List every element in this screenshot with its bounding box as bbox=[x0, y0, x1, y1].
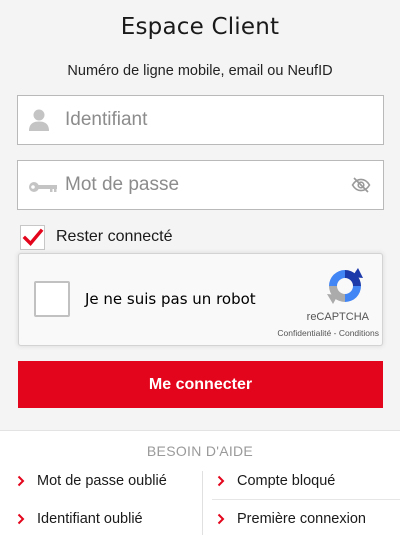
chevron-right-icon bbox=[217, 513, 225, 525]
login-button[interactable]: Me connecter bbox=[18, 361, 383, 408]
recaptcha-links: Confidentialité - Conditions bbox=[277, 328, 379, 338]
recaptcha-brand: reCAPTCHA bbox=[306, 311, 369, 323]
eye-slash-icon[interactable] bbox=[351, 177, 371, 198]
username-input[interactable] bbox=[65, 96, 355, 144]
recaptcha-widget: Je ne suis pas un robot reCAPTCHA Confid… bbox=[18, 253, 383, 346]
password-input[interactable] bbox=[65, 161, 355, 209]
remember-label: Rester connecté bbox=[56, 228, 173, 245]
recaptcha-checkbox[interactable] bbox=[34, 281, 70, 317]
recaptcha-terms-link[interactable]: Conditions bbox=[339, 328, 379, 338]
forgot-username-link[interactable]: Identifiant oublié bbox=[17, 511, 143, 527]
recaptcha-privacy-link[interactable]: Confidentialité bbox=[277, 328, 331, 338]
forgot-password-label: Mot de passe oublié bbox=[37, 473, 167, 489]
first-login-label: Première connexion bbox=[237, 511, 366, 527]
page-title: Espace Client bbox=[120, 14, 280, 40]
blocked-account-label: Compte bloqué bbox=[237, 473, 336, 489]
page-subtitle: Numéro de ligne mobile, email ou NeufID bbox=[67, 63, 333, 79]
recaptcha-label: Je ne suis pas un robot bbox=[85, 290, 256, 308]
check-icon bbox=[22, 228, 44, 246]
forgot-password-link[interactable]: Mot de passe oublié bbox=[17, 473, 167, 489]
help-horizontal-divider bbox=[212, 499, 400, 500]
chevron-right-icon bbox=[217, 475, 225, 487]
recaptcha-logo-icon bbox=[325, 266, 365, 311]
blocked-account-link[interactable]: Compte bloqué bbox=[217, 473, 335, 489]
recaptcha-link-separator: - bbox=[331, 328, 339, 338]
key-icon bbox=[28, 180, 58, 198]
help-section: BESOIN D'AIDE Mot de passe oublié Compte… bbox=[0, 430, 400, 537]
login-page: Espace Client Numéro de ligne mobile, em… bbox=[0, 0, 400, 537]
help-vertical-divider bbox=[202, 471, 203, 535]
help-title: BESOIN D'AIDE bbox=[146, 443, 254, 459]
remember-me[interactable]: Rester connecté bbox=[20, 224, 173, 250]
password-field[interactable] bbox=[17, 160, 384, 210]
chevron-right-icon bbox=[17, 513, 25, 525]
user-icon bbox=[28, 108, 50, 137]
first-login-link[interactable]: Première connexion bbox=[217, 511, 366, 527]
forgot-username-label: Identifiant oublié bbox=[37, 511, 143, 527]
chevron-right-icon bbox=[17, 475, 25, 487]
remember-checkbox[interactable] bbox=[20, 224, 45, 250]
username-field[interactable] bbox=[17, 95, 384, 145]
